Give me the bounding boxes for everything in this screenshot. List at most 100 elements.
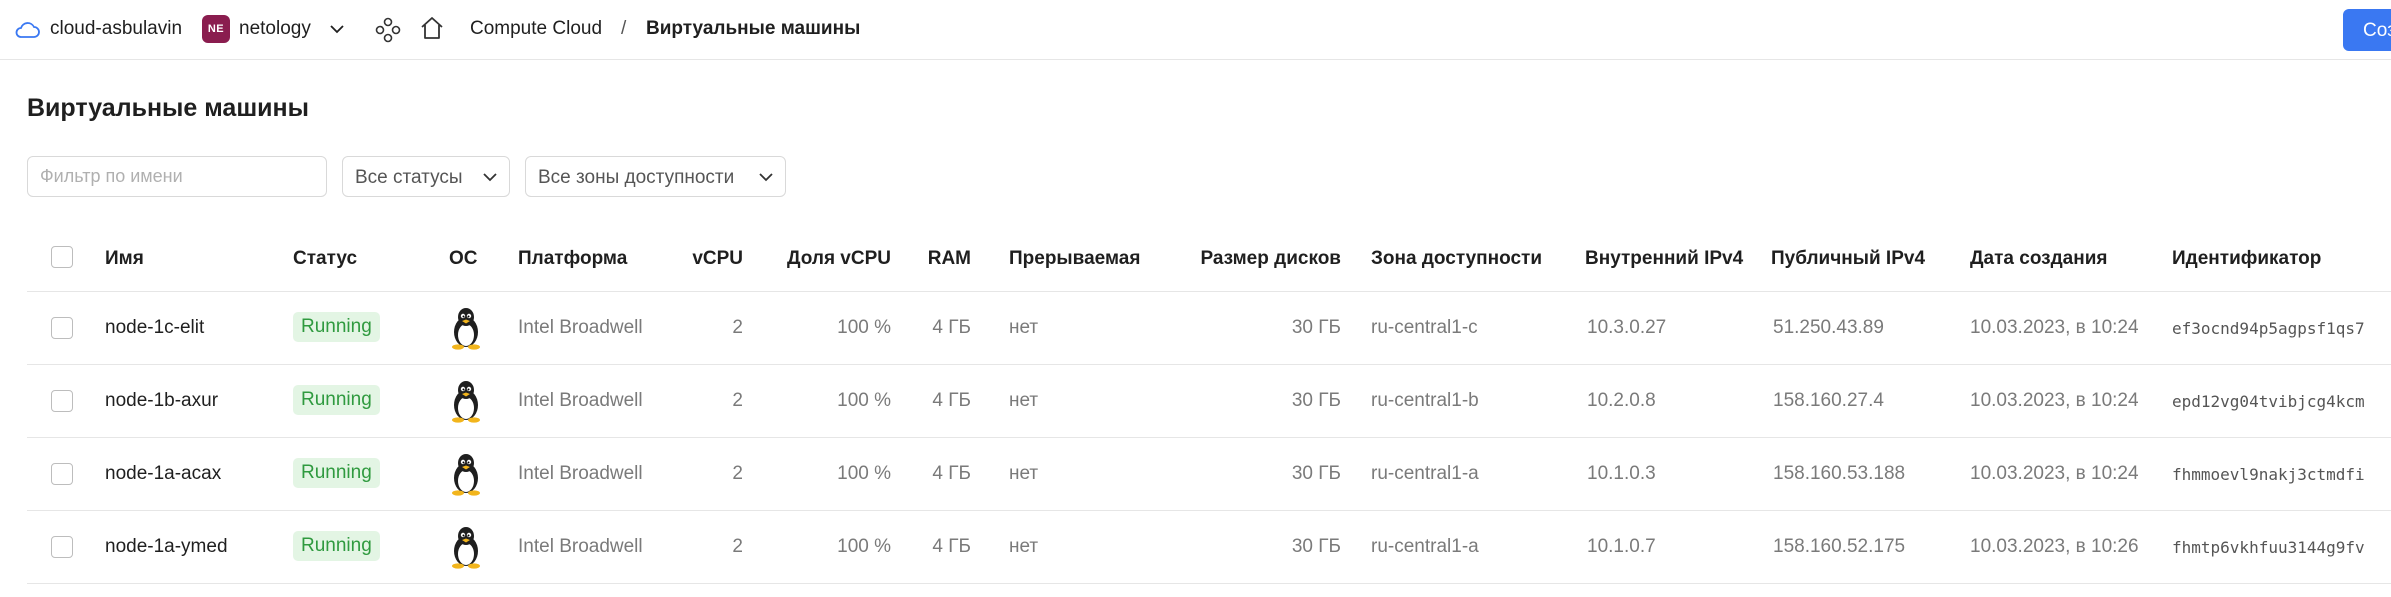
zone-cell: ru-central1-c <box>1371 317 1478 338</box>
vcpu-cell: 2 <box>732 536 743 557</box>
zone-filter-select[interactable]: Все зоны доступности <box>525 156 786 197</box>
preemptible-cell: нет <box>1009 390 1039 411</box>
vcpu-cell: 2 <box>732 463 743 484</box>
zone-filter-value: Все зоны доступности <box>538 167 735 188</box>
created-cell: 10.03.2023, в 10:26 <box>1970 536 2139 557</box>
column-header-name[interactable]: Имя <box>105 248 144 270</box>
column-header-internal-ipv4[interactable]: Внутренний IPv4 <box>1585 248 1743 270</box>
table-row[interactable]: node-1b-axur Running Intel Broadwell 2 100 %… <box>27 365 2391 438</box>
chevron-down-icon <box>483 173 497 182</box>
breadcrumb-service[interactable]: Compute Cloud <box>470 18 602 40</box>
public-ipv4-cell: 158.160.27.4 <box>1773 390 1884 411</box>
platform-cell: Intel Broadwell <box>518 463 643 484</box>
internal-ipv4-cell: 10.1.0.3 <box>1587 463 1656 484</box>
status-badge: Running <box>293 385 380 415</box>
id-cell: epd12vg04tvibjcg4kcm <box>2172 392 2365 411</box>
column-header-created[interactable]: Дата создания <box>1970 248 2108 270</box>
vcpu-share-cell: 100 % <box>837 317 891 338</box>
column-header-os[interactable]: ОС <box>449 248 478 270</box>
platform-cell: Intel Broadwell <box>518 536 643 557</box>
row-checkbox[interactable] <box>51 390 73 412</box>
org-selector[interactable]: netology <box>239 18 311 40</box>
breadcrumb-separator: / <box>621 18 627 39</box>
select-all-checkbox[interactable] <box>51 246 73 268</box>
vcpu-share-cell: 100 % <box>837 536 891 557</box>
column-header-id[interactable]: Идентификатор <box>2172 248 2321 270</box>
column-header-vcpu[interactable]: vCPU <box>667 248 743 270</box>
row-checkbox[interactable] <box>51 463 73 485</box>
preemptible-cell: нет <box>1009 317 1039 338</box>
linux-tux-icon <box>452 381 480 423</box>
vm-name-link[interactable]: node-1a-ymed <box>105 536 228 558</box>
created-cell: 10.03.2023, в 10:24 <box>1970 390 2139 411</box>
ram-cell: 4 ГБ <box>932 536 971 557</box>
column-header-public-ipv4[interactable]: Публичный IPv4 <box>1771 248 1925 270</box>
public-ipv4-cell: 51.250.43.89 <box>1773 317 1884 338</box>
vcpu-cell: 2 <box>732 317 743 338</box>
public-ipv4-cell: 158.160.53.188 <box>1773 463 1906 484</box>
internal-ipv4-cell: 10.2.0.8 <box>1587 390 1656 411</box>
breadcrumb-current: Виртуальные машины <box>646 18 861 39</box>
status-badge: Running <box>293 312 380 342</box>
zone-cell: ru-central1-a <box>1371 463 1479 484</box>
table-row[interactable]: node-1a-acax Running Intel Broadwell 2 100 %… <box>27 438 2391 511</box>
platform-cell: Intel Broadwell <box>518 390 643 411</box>
disk-size-cell: 30 ГБ <box>1291 317 1341 338</box>
cloud-icon[interactable] <box>14 20 40 40</box>
vm-name-link[interactable]: node-1a-acax <box>105 463 221 485</box>
id-cell: fhmtp6vkhfuu3144g9fv <box>2172 538 2365 557</box>
linux-tux-icon <box>452 308 480 350</box>
column-header-disk-size[interactable]: Размер дисков <box>1177 248 1341 270</box>
disk-size-cell: 30 ГБ <box>1291 463 1341 484</box>
page-title: Виртуальные машины <box>27 94 309 122</box>
linux-tux-icon <box>452 454 480 496</box>
table-header: Имя Статус ОС Платформа vCPU Доля vCPU R… <box>27 224 2391 292</box>
status-filter-select[interactable]: Все статусы <box>342 156 510 197</box>
table-row[interactable]: node-1c-elit Running Intel Broadwell 2 100 %… <box>27 292 2391 365</box>
vm-name-link[interactable]: node-1c-elit <box>105 317 204 339</box>
top-bar: cloud-asbulavin NE netology Compute Clou… <box>0 0 2391 60</box>
disk-size-cell: 30 ГБ <box>1291 536 1341 557</box>
disk-size-cell: 30 ГБ <box>1291 390 1341 411</box>
vcpu-cell: 2 <box>732 390 743 411</box>
id-cell: fhmmoevl9nakj3ctmdfi <box>2172 465 2365 484</box>
row-checkbox[interactable] <box>51 317 73 339</box>
create-vm-button[interactable]: Соз <box>2343 9 2391 51</box>
preemptible-cell: нет <box>1009 463 1039 484</box>
home-icon[interactable] <box>418 14 446 42</box>
services-icon[interactable] <box>374 16 402 44</box>
ram-cell: 4 ГБ <box>932 463 971 484</box>
chevron-down-icon <box>759 173 773 182</box>
chevron-down-icon[interactable] <box>328 20 346 38</box>
ram-cell: 4 ГБ <box>932 390 971 411</box>
platform-cell: Intel Broadwell <box>518 317 643 338</box>
vcpu-share-cell: 100 % <box>837 390 891 411</box>
preemptible-cell: нет <box>1009 536 1039 557</box>
column-header-ram[interactable]: RAM <box>917 248 971 270</box>
column-header-preemptible[interactable]: Прерываемая <box>1009 248 1140 270</box>
public-ipv4-cell: 158.160.52.175 <box>1773 536 1906 557</box>
linux-tux-icon <box>452 527 480 569</box>
name-filter-input[interactable] <box>27 156 327 197</box>
status-badge: Running <box>293 531 380 561</box>
org-avatar[interactable]: NE <box>202 15 230 43</box>
row-checkbox[interactable] <box>51 536 73 558</box>
ram-cell: 4 ГБ <box>932 317 971 338</box>
cloud-selector[interactable]: cloud-asbulavin <box>50 18 182 40</box>
column-header-status[interactable]: Статус <box>293 248 357 270</box>
created-cell: 10.03.2023, в 10:24 <box>1970 317 2139 338</box>
status-badge: Running <box>293 458 380 488</box>
status-filter-value: Все статусы <box>355 167 463 188</box>
id-cell: ef3ocnd94p5agpsf1qs7 <box>2172 319 2365 338</box>
column-header-zone[interactable]: Зона доступности <box>1371 248 1542 270</box>
vm-name-link[interactable]: node-1b-axur <box>105 390 218 412</box>
internal-ipv4-cell: 10.3.0.27 <box>1587 317 1667 338</box>
vcpu-share-cell: 100 % <box>837 463 891 484</box>
column-header-vcpu-share[interactable]: Доля vCPU <box>767 248 891 270</box>
table-row[interactable]: node-1a-ymed Running Intel Broadwell 2 100 %… <box>27 511 2391 584</box>
zone-cell: ru-central1-b <box>1371 390 1479 411</box>
column-header-platform[interactable]: Платформа <box>518 248 627 270</box>
created-cell: 10.03.2023, в 10:24 <box>1970 463 2139 484</box>
zone-cell: ru-central1-a <box>1371 536 1479 557</box>
internal-ipv4-cell: 10.1.0.7 <box>1587 536 1656 557</box>
